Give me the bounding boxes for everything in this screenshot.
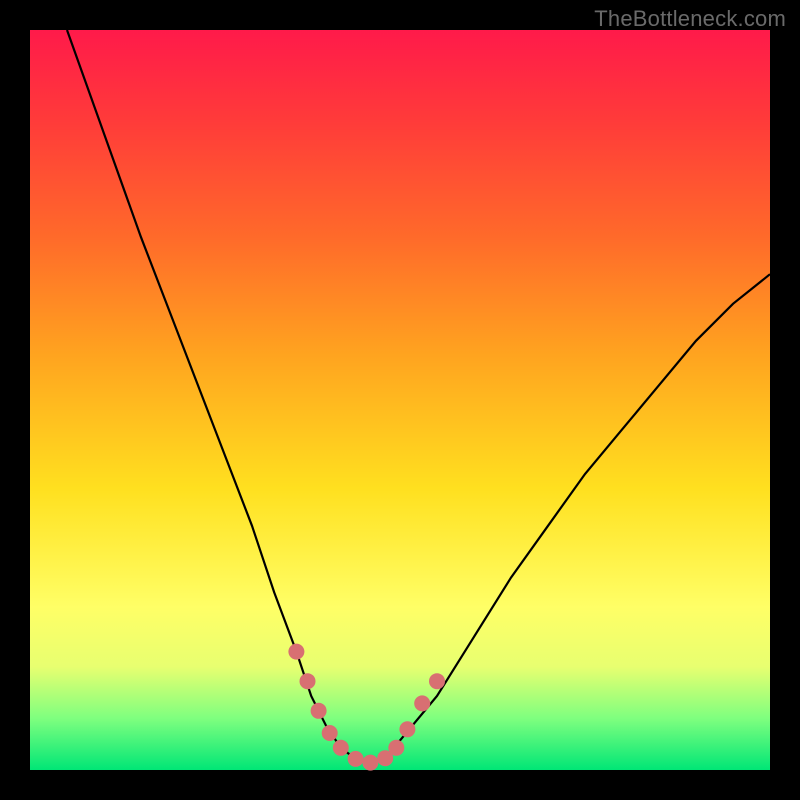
trough-marker xyxy=(414,695,430,711)
bottleneck-curve-svg xyxy=(30,30,770,770)
trough-marker xyxy=(322,725,338,741)
trough-marker xyxy=(288,644,304,660)
trough-marker xyxy=(333,740,349,756)
watermark-text: TheBottleneck.com xyxy=(594,6,786,32)
trough-marker xyxy=(388,740,404,756)
trough-marker xyxy=(311,703,327,719)
trough-marker xyxy=(348,751,364,767)
trough-marker xyxy=(362,755,378,771)
trough-marker-group xyxy=(288,644,445,771)
trough-marker xyxy=(429,673,445,689)
trough-marker xyxy=(399,721,415,737)
trough-marker xyxy=(300,673,316,689)
bottleneck-curve-path xyxy=(67,30,770,763)
